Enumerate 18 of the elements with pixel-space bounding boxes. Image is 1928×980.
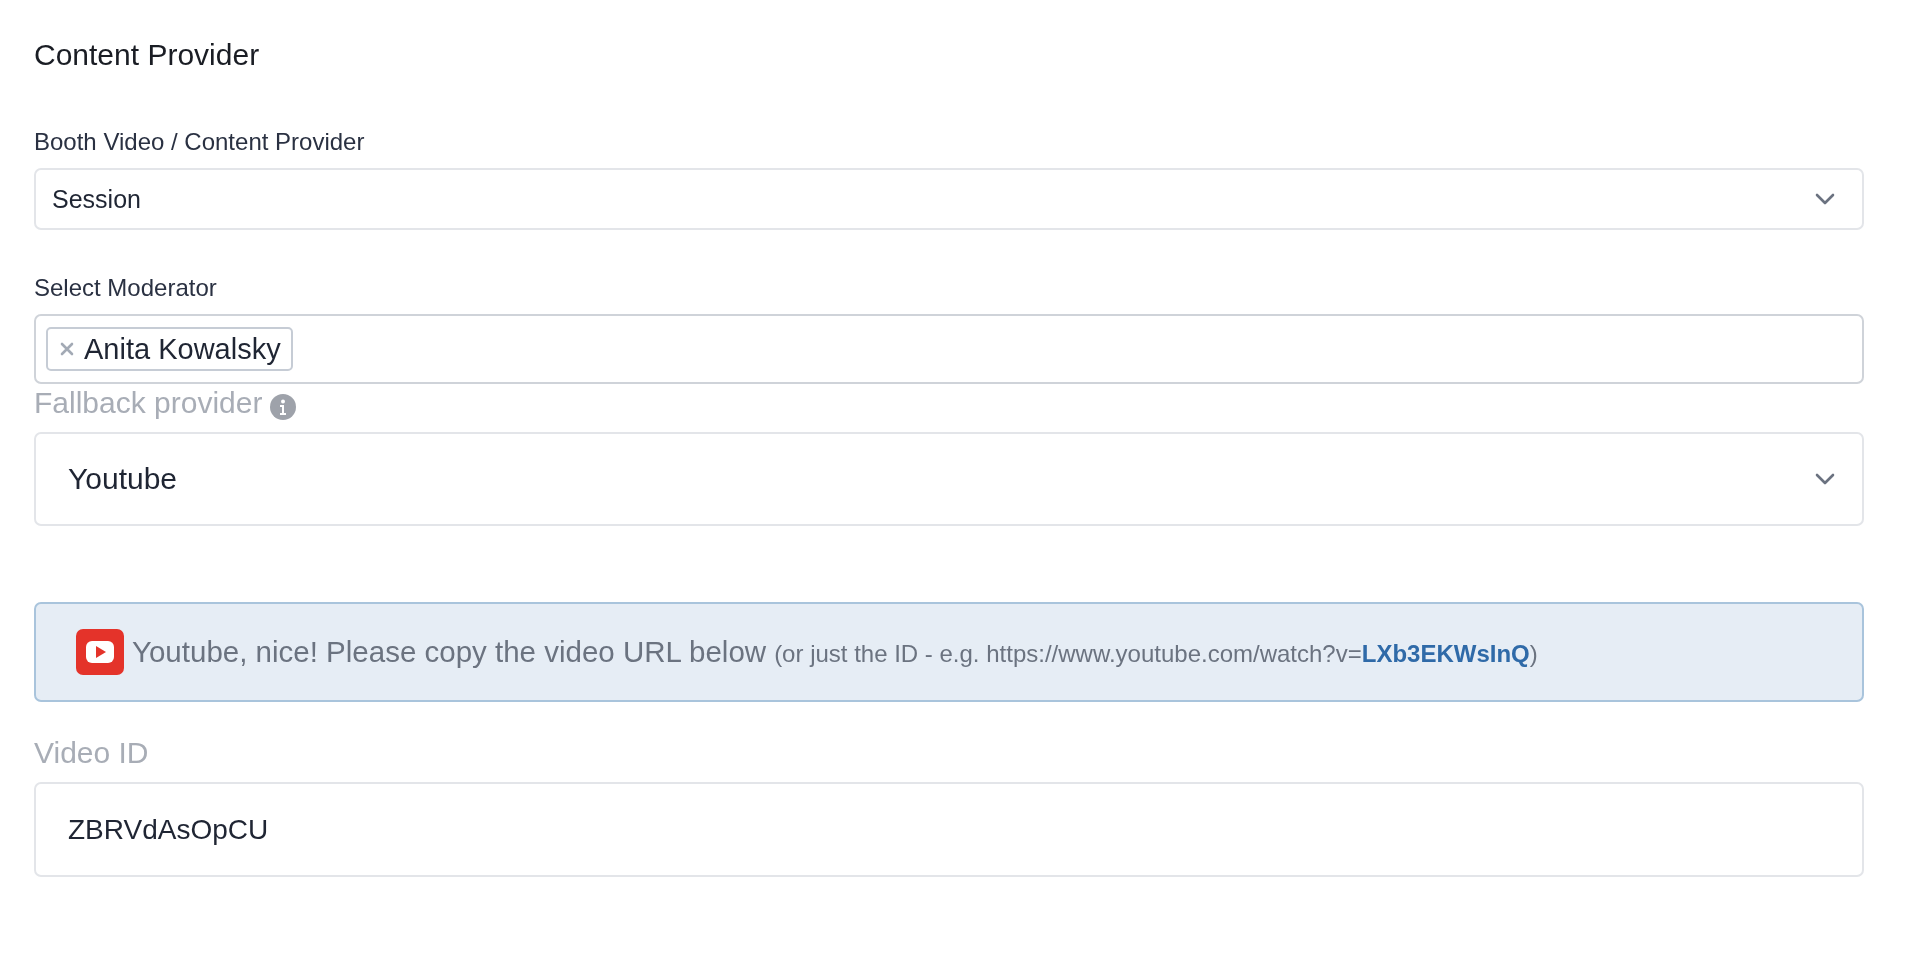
alert-hint: (or just the ID - e.g. https://www.youtube.com/watch?v=LXb3EKWsInQ) [774,639,1538,668]
field-label: Fallback provider [34,386,263,420]
select-dropdown[interactable]: Session [34,168,1864,230]
select-dropdown[interactable]: Youtube [34,432,1864,526]
tag-label: Anita Kowalsky [84,332,281,366]
field-label: Video ID [34,736,149,770]
field-label: Booth Video / Content Provider [34,128,365,156]
chevron-down-icon [1814,472,1836,486]
remove-icon[interactable] [60,342,74,356]
input-field[interactable]: ZBRVdAsOpCU [34,782,1864,877]
multi-select-field[interactable]: Anita Kowalsky [34,314,1864,384]
info-icon[interactable] [270,393,297,420]
section-title: Content Provider [34,38,261,72]
video-play-icon [76,629,124,675]
field-label: Select Moderator [34,274,217,302]
tag-chip[interactable]: Anita Kowalsky [46,327,293,371]
alert-message: Youtube, nice! Please copy the video URL below [132,635,767,669]
chevron-down-icon [1814,192,1836,206]
